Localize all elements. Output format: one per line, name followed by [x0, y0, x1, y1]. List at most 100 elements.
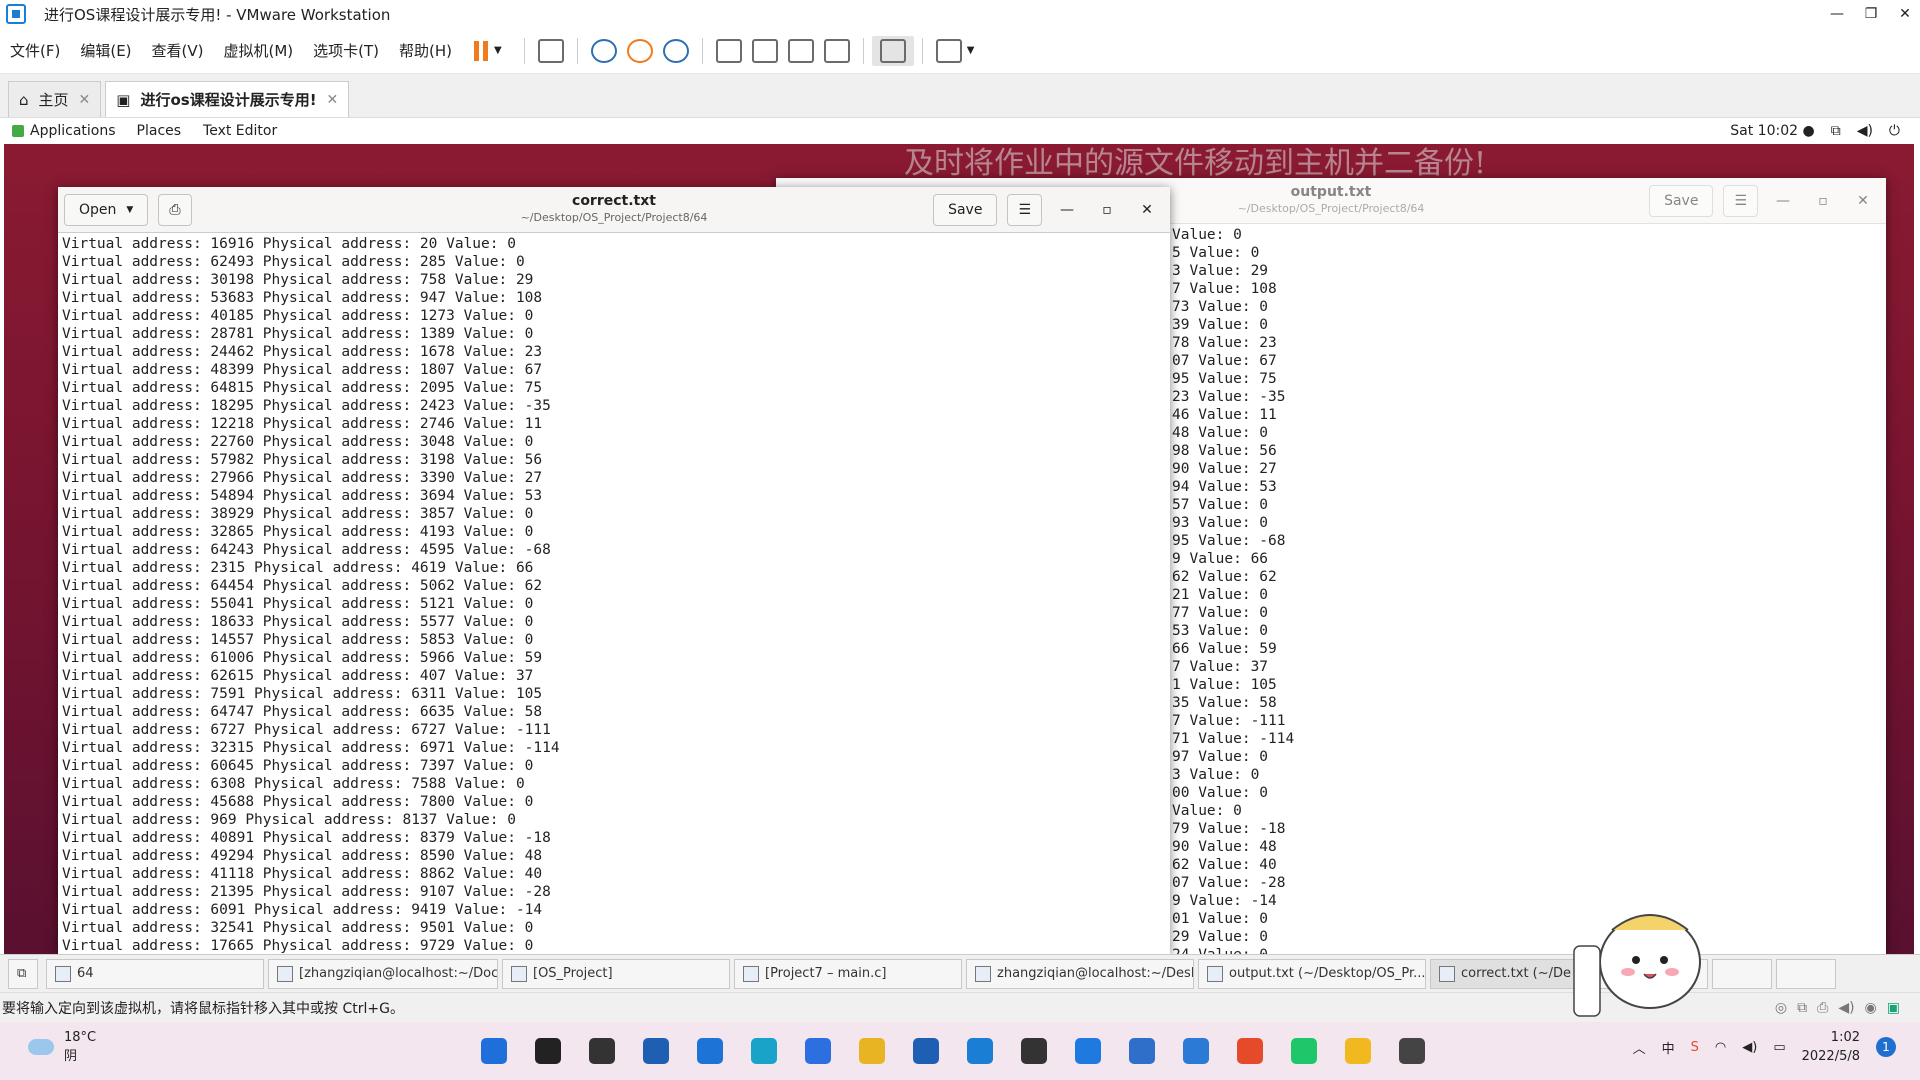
message-icon[interactable]: ▣ — [1887, 1000, 1900, 1016]
text-editor-menu[interactable]: Text Editor — [192, 123, 288, 139]
minimize-button[interactable]: — — [1822, 0, 1852, 28]
usb-icon[interactable]: ◉ — [1865, 1000, 1877, 1016]
notification-badge[interactable]: 1 — [1876, 1037, 1896, 1057]
todo-icon[interactable] — [799, 1032, 837, 1070]
restore-button[interactable]: ❐ — [1856, 0, 1886, 28]
hamburger-menu-icon[interactable]: ☰ — [1723, 185, 1758, 217]
send-ctrl-alt-del-icon[interactable] — [537, 38, 564, 63]
applications-menu[interactable]: Applications — [4, 123, 126, 139]
outlook-icon[interactable] — [907, 1032, 945, 1070]
sogou-icon[interactable]: S — [1691, 1040, 1699, 1055]
workspace-3[interactable] — [1712, 958, 1772, 989]
snapshot-manager-icon[interactable] — [662, 38, 689, 63]
volume-icon[interactable]: ◀) — [1857, 123, 1873, 139]
chevron-up-icon[interactable]: ︿ — [1633, 1038, 1646, 1057]
snapshot-icon[interactable] — [590, 38, 617, 63]
save-button[interactable]: Save — [1649, 185, 1714, 217]
explorer-icon[interactable] — [853, 1032, 891, 1070]
text-line: Virtual address: 24462 Physical address:… — [62, 344, 543, 360]
taskbar-item[interactable]: 64 — [46, 958, 264, 989]
tab-vm[interactable]: ▣ 进行os课程设计展示专用! ✕ — [105, 81, 350, 117]
chevron-down-icon[interactable]: ▼ — [967, 45, 975, 56]
store-icon[interactable] — [637, 1032, 675, 1070]
stretch-icon[interactable] — [935, 38, 962, 63]
ime-indicator[interactable]: 中 — [1662, 1038, 1675, 1057]
typora-icon[interactable] — [1393, 1032, 1431, 1070]
terminal-icon — [975, 965, 991, 982]
network-icon[interactable]: ⧉ — [1831, 123, 1841, 139]
taskbar-item-active[interactable]: correct.txt (~/De — [1430, 958, 1580, 989]
mail-icon[interactable] — [691, 1032, 729, 1070]
menu-help[interactable]: 帮助(H) — [389, 40, 462, 61]
sound-icon[interactable]: ◀) — [1838, 1000, 1854, 1016]
show-desktop-icon[interactable]: ⧉ — [8, 958, 38, 989]
close-icon[interactable]: ✕ — [327, 92, 339, 108]
unity-icon[interactable] — [823, 38, 850, 63]
open-button[interactable]: Open ▼ — [64, 194, 149, 226]
task-view-icon[interactable] — [583, 1032, 621, 1070]
close-icon[interactable]: ✕ — [1132, 195, 1162, 225]
wifi-icon[interactable]: ◠ — [1715, 1040, 1726, 1055]
hard-disk-icon[interactable]: ◎ — [1775, 1000, 1787, 1016]
workspace-4[interactable] — [1776, 958, 1836, 989]
maximize-icon[interactable]: ▫ — [1808, 186, 1838, 216]
minimize-icon[interactable]: — — [1768, 186, 1798, 216]
close-icon[interactable]: ✕ — [1848, 186, 1878, 216]
new-document-icon[interactable]: ⎙ — [158, 194, 192, 226]
library-icon[interactable] — [715, 38, 742, 63]
start-icon[interactable] — [475, 1032, 513, 1070]
pinned-apps — [475, 1032, 1431, 1070]
text-line: Virtual address: 17665 Physical address:… — [62, 938, 534, 954]
taskbar-item[interactable]: [Project7 – main.c] — [734, 958, 962, 989]
speaker-icon[interactable]: ◀) — [1742, 1040, 1757, 1055]
text-view[interactable]: Virtual address: 16916 Physical address:… — [58, 233, 1170, 955]
browser-icon[interactable] — [1339, 1032, 1377, 1070]
menu-tabs[interactable]: 选项卡(T) — [303, 40, 389, 61]
revert-snapshot-icon[interactable] — [626, 38, 653, 63]
close-icon[interactable]: ✕ — [79, 92, 91, 108]
text-line: Virtual address: 38929 Physical address:… — [62, 506, 534, 522]
whiteboard-icon[interactable] — [1069, 1032, 1107, 1070]
wps-icon[interactable] — [1231, 1032, 1269, 1070]
printer-icon[interactable]: ⎙ — [1817, 1000, 1828, 1016]
chevron-down-icon[interactable]: ▼ — [494, 45, 502, 56]
taskbar-item[interactable]: [zhangziqian@localhost:~/Doc... — [268, 958, 498, 989]
text-line: Virtual address: 48399 Physical address:… — [62, 362, 543, 378]
text-line: 73 Value: 0 — [1172, 299, 1269, 315]
thumbnail-bar-icon[interactable] — [751, 38, 778, 63]
media-icon[interactable] — [1285, 1032, 1323, 1070]
maximize-icon[interactable]: ▫ — [1092, 195, 1122, 225]
taskbar-item[interactable]: zhangziqian@localhost:~/Desk... — [966, 958, 1194, 989]
power-icon[interactable]: ⏻ — [1889, 123, 1900, 139]
menu-file[interactable]: 文件(F) — [0, 40, 70, 61]
close-button[interactable]: ✕ — [1890, 0, 1920, 28]
taskbar-item[interactable]: [OS_Project] — [502, 958, 730, 989]
gnome-clock[interactable]: Sat 10:02 ● — [1730, 123, 1814, 139]
terminal-icon[interactable] — [1015, 1032, 1053, 1070]
edge-icon[interactable] — [745, 1032, 783, 1070]
hamburger-menu-icon[interactable]: ☰ — [1007, 194, 1042, 226]
text-line: 57 Value: 0 — [1172, 497, 1269, 513]
vmware-icon[interactable] — [961, 1032, 999, 1070]
vscode-icon[interactable] — [1177, 1032, 1215, 1070]
minimize-icon[interactable]: — — [1052, 195, 1082, 225]
toolbar-divider — [921, 37, 923, 64]
network-adapter-icon[interactable]: ⧉ — [1797, 1000, 1807, 1016]
save-button[interactable]: Save — [933, 194, 998, 226]
weather-widget[interactable]: 18°C 阴 — [28, 1030, 96, 1064]
notepad-icon[interactable] — [1123, 1032, 1161, 1070]
text-line: 77 Value: 0 — [1172, 605, 1269, 621]
menu-edit[interactable]: 编辑(E) — [70, 40, 141, 61]
console-view-button[interactable] — [871, 35, 914, 66]
places-menu[interactable]: Places — [126, 123, 193, 139]
fullscreen-icon[interactable] — [787, 38, 814, 63]
pause-icon[interactable] — [474, 40, 489, 61]
taskbar-item[interactable]: output.txt (~/Desktop/OS_Pr... — [1198, 958, 1426, 989]
system-clock[interactable]: 1:02 2022/5/8 — [1802, 1028, 1860, 1066]
battery-icon[interactable]: ▭ — [1773, 1040, 1785, 1055]
correct-txt-window[interactable]: Open ▼ ⎙ correct.txt ~/Desktop/OS_Project… — [58, 187, 1170, 954]
search-icon[interactable] — [529, 1032, 567, 1070]
tab-home[interactable]: ⌂ 主页 ✕ — [8, 81, 102, 117]
menu-view[interactable]: 查看(V) — [142, 40, 214, 61]
menu-vm[interactable]: 虚拟机(M) — [214, 40, 304, 61]
